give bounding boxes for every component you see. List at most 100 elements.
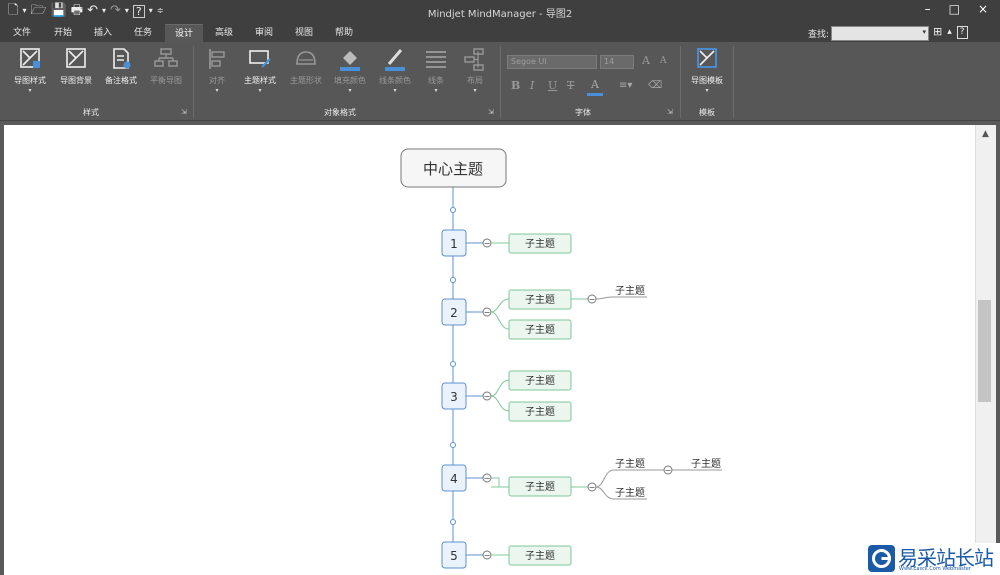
help-icon[interactable]: ? — [956, 26, 968, 39]
collapse-toggle[interactable]: − — [663, 465, 673, 475]
svg-text:4: 4 — [450, 472, 458, 486]
map-background-button[interactable]: 导图背景 — [56, 46, 96, 86]
subtopic[interactable]: 子主题 — [508, 370, 572, 391]
floating-subtopic[interactable]: 子主题 — [615, 285, 645, 297]
collapse-toggle[interactable]: − — [482, 473, 492, 483]
layout-button[interactable]: 布局 ▾ — [459, 46, 491, 94]
font-launcher-icon[interactable]: ⇲ — [667, 108, 673, 116]
map-template-icon — [697, 48, 717, 68]
tab-home[interactable]: 开始 — [45, 24, 81, 42]
collapse-toggle[interactable]: − — [482, 238, 492, 248]
central-topic[interactable]: 中心主题 — [400, 148, 507, 188]
tab-file[interactable]: 文件 — [6, 24, 38, 42]
map-canvas[interactable]: 中心主题 1 − 子主题 2 − 子主题 − 子主题 子主题 3 − 子主题 子… — [4, 125, 975, 575]
vertical-scrollbar[interactable]: ▲ — [975, 125, 996, 575]
topic-shape-button[interactable]: 主题形状 — [286, 46, 326, 86]
new-file-icon[interactable]: 🗋 — [8, 3, 18, 19]
spine-handle[interactable] — [450, 277, 456, 283]
map-structure-icon[interactable]: ⊞ — [933, 25, 942, 39]
collapse-toggle[interactable]: − — [482, 550, 492, 560]
main-topic-4[interactable]: 4 — [441, 464, 467, 492]
italic-button[interactable]: I — [530, 79, 534, 92]
tab-task[interactable]: 任务 — [125, 24, 161, 42]
styles-launcher-icon[interactable]: ⇲ — [181, 108, 187, 116]
redo-dropdown-icon[interactable]: ▾ — [125, 3, 129, 19]
tab-view[interactable]: 视图 — [286, 24, 322, 42]
font-name-select[interactable]: Segoe UI — [507, 55, 597, 69]
title-bar: 🗋 ▾ 🗁 💾 🖶 ↶ ▾ ↷ ▾ ? ▾ ≑ Mindjet MindManager … — [0, 0, 1000, 24]
maximize-button[interactable]: □ — [949, 2, 960, 16]
undo-icon[interactable]: ↶ — [87, 3, 98, 19]
spine-handle[interactable] — [450, 361, 456, 367]
main-topic-2[interactable]: 2 — [441, 298, 467, 326]
subtopic[interactable]: 子主题 — [508, 233, 572, 254]
line-color-icon — [385, 49, 405, 71]
line-button[interactable]: 线条 ▾ — [420, 46, 452, 94]
subtopic[interactable]: 子主题 — [508, 401, 572, 422]
svg-text:−: − — [589, 483, 596, 492]
tab-advanced[interactable]: 高级 — [207, 24, 241, 42]
search-input[interactable]: ▾ — [831, 26, 929, 41]
dropdown-arrow-icon: ▾ — [434, 87, 438, 94]
spine-handle[interactable] — [450, 519, 456, 525]
main-topic-3[interactable]: 3 — [441, 382, 467, 410]
grow-font-button[interactable]: A — [642, 54, 650, 67]
subtopic[interactable]: 子主题 — [508, 319, 572, 340]
open-file-icon[interactable]: 🗁 — [30, 3, 46, 19]
object-format-launcher-icon[interactable]: ⇲ — [488, 108, 494, 116]
font-size-select[interactable]: 14 — [600, 55, 634, 69]
collapse-toggle[interactable]: − — [482, 391, 492, 401]
subtopic[interactable]: 子主题 — [508, 476, 572, 497]
collapse-ribbon-icon[interactable]: ▴ — [947, 27, 952, 39]
align-text-icon[interactable]: ≡▾ — [619, 80, 632, 91]
subtopic[interactable]: 子主题 — [508, 545, 572, 566]
quick-access-toolbar: 🗋 ▾ 🗁 💾 🖶 ↶ ▾ ↷ ▾ ? ▾ ≑ — [8, 3, 163, 19]
shrink-font-button[interactable]: A — [660, 56, 667, 66]
map-template-button[interactable]: 导图模板 ▾ — [686, 46, 728, 94]
new-dropdown-icon[interactable]: ▾ — [22, 3, 26, 19]
scrollbar-thumb[interactable] — [978, 300, 991, 402]
floating-subtopic[interactable]: 子主题 — [691, 458, 721, 470]
tab-help[interactable]: 帮助 — [326, 24, 362, 42]
align-button[interactable]: 对齐 ▾ — [200, 46, 234, 94]
help-icon[interactable]: ? — [132, 4, 145, 18]
redo-icon[interactable]: ↷ — [110, 3, 121, 19]
collapse-toggle[interactable]: − — [587, 294, 597, 304]
customize-qat-icon[interactable]: ≑ — [157, 3, 164, 19]
balance-map-button[interactable]: 平衡导图 — [146, 46, 186, 86]
main-topic-1[interactable]: 1 — [441, 229, 467, 257]
print-icon[interactable]: 🖶 — [71, 3, 83, 19]
minimize-button[interactable]: – — [925, 2, 931, 16]
save-icon[interactable]: 💾 — [51, 3, 67, 19]
help-dropdown-icon[interactable]: ▾ — [149, 3, 153, 19]
subtopic[interactable]: 子主题 — [508, 289, 572, 310]
undo-dropdown-icon[interactable]: ▾ — [102, 3, 106, 19]
map-style-button[interactable]: 导图样式 ▾ — [10, 46, 50, 94]
main-topic-5[interactable]: 5 — [441, 541, 467, 569]
underline-button[interactable]: U — [548, 79, 557, 92]
tab-design[interactable]: 设计 — [165, 24, 203, 42]
search-dropdown-icon[interactable]: ▾ — [922, 28, 926, 36]
floating-subtopic[interactable]: 子主题 — [615, 458, 645, 470]
bold-button[interactable]: B — [511, 79, 520, 92]
topic-style-button[interactable]: 主题样式 ▾ — [240, 46, 280, 94]
collapse-toggle[interactable]: − — [587, 482, 597, 492]
fill-color-button[interactable]: 填充颜色 ▾ — [330, 46, 370, 94]
clear-format-icon[interactable]: ⌫ — [648, 80, 662, 91]
spine-handle[interactable] — [450, 207, 456, 213]
tab-review[interactable]: 审阅 — [246, 24, 282, 42]
line-color-button[interactable]: 线条颜色 ▾ — [375, 46, 415, 94]
tab-insert[interactable]: 插入 — [85, 24, 121, 42]
dropdown-arrow-icon: ▾ — [258, 87, 262, 94]
ribbon: 导图样式 ▾ 导图背景 备注格式 平衡导图 样式 ⇲ 对齐 ▾ 主题样式 ▾ 主… — [0, 42, 1000, 121]
floating-subtopic[interactable]: 子主题 — [615, 487, 645, 499]
strikethrough-button[interactable]: T — [567, 79, 574, 92]
scroll-up-icon[interactable]: ▲ — [982, 129, 989, 139]
font-color-button[interactable]: A — [587, 78, 603, 96]
close-button[interactable]: × — [978, 2, 988, 16]
notes-format-button[interactable]: 备注格式 — [101, 46, 141, 86]
svg-text:中心主题: 中心主题 — [423, 160, 483, 178]
connector — [490, 395, 510, 412]
collapse-toggle[interactable]: − — [482, 307, 492, 317]
spine-handle[interactable] — [450, 442, 456, 448]
